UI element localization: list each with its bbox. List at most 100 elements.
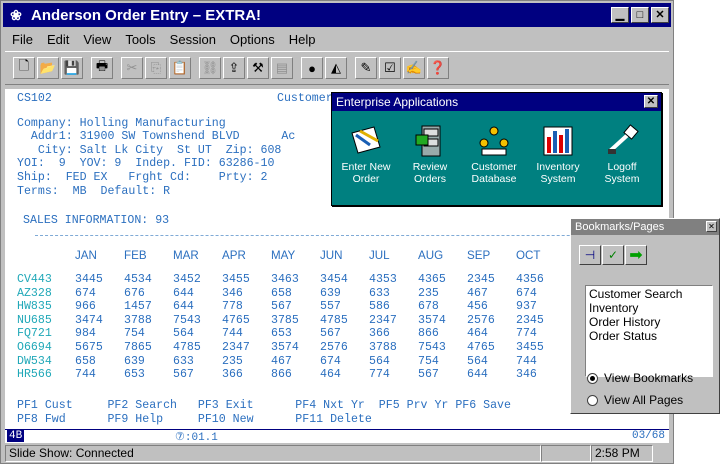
context-help-icon[interactable]: ❓	[427, 57, 449, 79]
table-cell: 633	[173, 354, 194, 368]
table-cell: 235	[418, 286, 439, 300]
app-label: System	[604, 173, 640, 185]
link-icon[interactable]: ⛓	[199, 57, 221, 79]
table-cell: 567	[173, 368, 194, 382]
table-cell: 3474	[75, 313, 103, 327]
table-cell: 456	[467, 300, 488, 314]
close-button[interactable]: ✕	[651, 7, 669, 23]
app-label: Orders	[413, 173, 447, 185]
signature-icon[interactable]: ✍	[403, 57, 425, 79]
enterprise-title-bar[interactable]: Enterprise Applications ✕	[332, 93, 661, 111]
app-label: Enter New	[341, 161, 391, 173]
cut-icon[interactable]: ✂	[121, 57, 143, 79]
table-cell: 4534	[124, 273, 152, 286]
table-cell: 744	[222, 327, 243, 341]
status-time: 2:58 PM	[591, 445, 653, 462]
menu-edit[interactable]: Edit	[40, 32, 76, 47]
table-cell: 5675	[75, 340, 103, 354]
month-label: JAN	[75, 249, 97, 262]
close-icon[interactable]: ✕	[644, 95, 658, 108]
row-code: HW835	[17, 300, 52, 314]
macro-icon[interactable]: ◭	[325, 57, 347, 79]
copy-icon[interactable]: ⎘	[145, 57, 167, 79]
list-item[interactable]: Order Status	[589, 329, 709, 343]
table-cell: 658	[271, 286, 292, 300]
radio-label: View Bookmarks	[604, 371, 694, 385]
table-cell: 464	[467, 327, 488, 341]
radio-dot	[587, 394, 598, 406]
table-row: DW534 658 639 633 235 467 674 564 754 564 744	[17, 355, 565, 369]
view-bookmarks-radio[interactable]: View Bookmarks	[587, 371, 693, 385]
flower-icon[interactable]: ❀	[7, 6, 25, 24]
row-code: O6694	[17, 340, 52, 354]
edit-bookmark-icon[interactable]: ✓	[602, 245, 624, 265]
paste-icon[interactable]: 📋	[169, 57, 191, 79]
table-row: HR566 744 653 567 366 866 464 774 567 644 346	[17, 368, 565, 382]
table-cell: 653	[124, 368, 145, 382]
app-label: System	[540, 173, 576, 185]
menu-options[interactable]: Options	[223, 32, 282, 47]
table-cell: 467	[271, 354, 292, 368]
company-line: Company: Holling Manufacturing	[17, 117, 226, 130]
radio-label: View All Pages	[604, 393, 684, 407]
list-item[interactable]: Customer Search	[589, 287, 709, 301]
tools-icon[interactable]: ⚒	[247, 57, 269, 79]
new-icon[interactable]: 🗋	[13, 57, 35, 79]
print-icon[interactable]: 🖶	[91, 57, 113, 79]
table-cell: 4785	[173, 340, 201, 354]
enter-order-icon	[346, 121, 386, 161]
save-icon[interactable]: 💾	[61, 57, 83, 79]
table-row: HW835 966 1457 644 778 567 557 586 678 456 937	[17, 300, 565, 314]
app-review-orders[interactable]: Review Orders	[400, 121, 460, 185]
bookmarks-list[interactable]: Customer Search Inventory Order History …	[585, 285, 713, 377]
check-doc-icon[interactable]: ☑	[379, 57, 401, 79]
table-cell: 676	[124, 286, 145, 300]
menu-session[interactable]: Session	[163, 32, 223, 47]
minimize-button[interactable]: ▁	[611, 7, 629, 23]
export-icon[interactable]: ⇪	[223, 57, 245, 79]
menu-view[interactable]: View	[76, 32, 118, 47]
title-bar[interactable]: ❀ Anderson Order Entry – EXTRA! ▁ □ ✕	[3, 3, 671, 27]
bookmarks-title: Bookmarks/Pages	[575, 221, 665, 233]
month-label: MAR	[173, 249, 199, 262]
bookmarks-title-bar[interactable]: Bookmarks/Pages ✕	[571, 219, 719, 235]
status-text: Slide Show: Connected	[5, 445, 541, 462]
record-icon[interactable]: ●	[301, 57, 323, 79]
table-cell: 2347	[369, 313, 397, 327]
month-label: APR	[222, 249, 246, 262]
table-cell: 644	[173, 300, 194, 314]
table-cell: 346	[222, 286, 243, 300]
table-cell: 464	[320, 368, 341, 382]
view-all-pages-radio[interactable]: View All Pages	[587, 393, 683, 407]
list-item[interactable]: Inventory	[589, 301, 709, 315]
table-cell: 774	[516, 327, 537, 341]
menu-help[interactable]: Help	[282, 32, 323, 47]
row-code: DW534	[17, 354, 52, 368]
month-label: OCT	[516, 249, 541, 262]
table-cell: 567	[320, 327, 341, 341]
go-arrow-icon[interactable]: ➡	[625, 245, 647, 265]
table-row: CV443 3445 4534 3452 3455 3463 3454 4353 4365 234…	[17, 273, 565, 287]
month-label: SEP	[467, 249, 491, 262]
app-inventory-system[interactable]: Inventory System	[528, 121, 588, 185]
table-cell: 644	[467, 368, 488, 382]
app-customer-database[interactable]: Customer Database	[464, 121, 524, 185]
table-cell: 3574	[271, 340, 299, 354]
table-cell: 3445	[75, 273, 103, 286]
maximize-button[interactable]: □	[631, 7, 649, 23]
month-header: JAN FEB MAR APR MAY JUN JUL AUG SEP OCT	[75, 249, 565, 263]
table-cell: 2576	[320, 340, 348, 354]
table-cell: 4365	[418, 273, 446, 286]
menu-file[interactable]: File	[5, 32, 40, 47]
menu-tools[interactable]: Tools	[118, 32, 162, 47]
table-cell: 984	[75, 327, 96, 341]
table-cell: 2576	[467, 313, 495, 327]
open-icon[interactable]: 📂	[37, 57, 59, 79]
edit-doc-icon[interactable]: ✎	[355, 57, 377, 79]
document-icon[interactable]: ▤	[271, 57, 293, 79]
app-enter-new-order[interactable]: Enter New Order	[336, 121, 396, 185]
list-item[interactable]: Order History	[589, 315, 709, 329]
close-icon[interactable]: ✕	[706, 221, 717, 232]
app-logoff-system[interactable]: Logoff System	[592, 121, 652, 185]
pin-icon[interactable]: ⊣	[579, 245, 601, 265]
